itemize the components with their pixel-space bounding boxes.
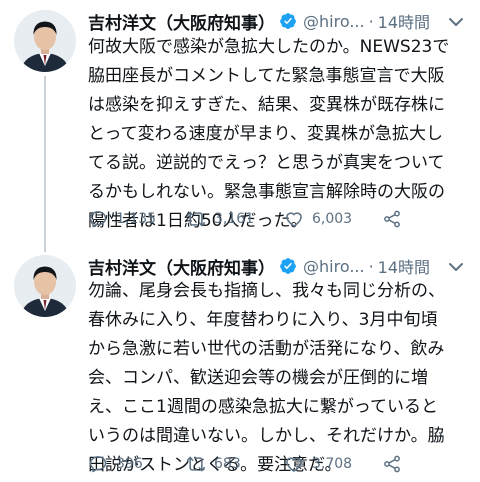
reply-button[interactable]: 396 — [88, 452, 143, 476]
verified-badge-icon — [279, 12, 297, 30]
share-button[interactable] — [382, 452, 402, 476]
tweet-text-line: 何故大阪で感染が急拡大したのか。NEWS23で — [88, 37, 450, 57]
tweet-text-line: は感染を抑えすぎた、結果、変異株が既存株に — [88, 95, 445, 115]
author-handle[interactable]: @hiro... — [303, 257, 365, 276]
verified-badge-icon — [279, 257, 297, 275]
tweet-2[interactable]: 吉村洋文（大阪府知事） @hiro... · 14時間 勿論、尾身会長も指摘し、… — [0, 250, 480, 482]
author-name[interactable]: 吉村洋文（大阪府知事） — [88, 254, 275, 279]
author-name[interactable]: 吉村洋文（大阪府知事） — [88, 9, 275, 34]
share-button[interactable] — [382, 207, 402, 231]
reply-button[interactable]: 1,135 — [88, 207, 156, 231]
like-icon — [286, 212, 302, 227]
separator-dot: · — [368, 11, 374, 31]
avatar[interactable] — [14, 255, 76, 317]
tweet-text-line: とって変わる速度が早まり、変異株が急拡大し — [88, 124, 443, 144]
retweet-button[interactable]: 683 — [186, 452, 241, 476]
tweet-text-line: るかもしれない。緊急事態宣言解除時の大阪の — [88, 182, 445, 202]
avatar[interactable] — [14, 10, 76, 72]
tweet-1[interactable]: 吉村洋文（大阪府知事） @hiro... · 14時間 何故大阪で感染が急拡大し… — [0, 0, 480, 252]
thread-connector — [44, 76, 46, 252]
tweet-text-line: てる説。逆説的でえっ？と思うが真実をついて — [88, 153, 445, 173]
tweet-text-line: 春休みに入り、年度替わりに入り、3月中旬頃 — [88, 310, 438, 330]
author-handle[interactable]: @hiro... — [303, 12, 365, 31]
separator-dot: · — [368, 256, 374, 276]
timestamp[interactable]: 14時間 — [378, 254, 430, 278]
reply-icon — [89, 456, 107, 473]
reply-count: 1,135 — [116, 211, 157, 227]
like-count: 3,708 — [312, 456, 353, 472]
like-button[interactable]: 6,003 — [284, 207, 352, 231]
more-chevron-icon[interactable] — [446, 257, 466, 277]
more-chevron-icon[interactable] — [446, 12, 466, 32]
tweet-header: 吉村洋文（大阪府知事） @hiro... · 14時間 — [88, 9, 430, 34]
tweet-text-line: え、ここ1週間の感染急拡大に繋がっていると — [88, 397, 438, 417]
action-bar: 1,135 3,161 6,003 — [88, 207, 468, 231]
tweet-text-line: 脇田座長がコメントしてた緊急事態宣言で大阪 — [88, 66, 445, 86]
like-icon — [286, 457, 302, 472]
retweet-icon — [186, 211, 206, 227]
tweet-text-line: いうのは間違いない。しかし、それだけか。脇 — [88, 426, 445, 446]
tweet-text-line: から急激に若い世代の活動が活発になり、飲み — [88, 339, 445, 359]
tweet-text-line: 会、コンパ、歓送迎会等の機会が圧倒的に増 — [88, 368, 428, 388]
tweet-text: 何故大阪で感染が急拡大したのか。NEWS23で 脇田座長がコメントしてた緊急事態… — [88, 33, 470, 236]
tweet-text-line: 勿論、尾身会長も指摘し、我々も同じ分析の、 — [88, 281, 445, 301]
reply-icon — [89, 211, 107, 228]
share-icon — [384, 455, 400, 473]
retweet-icon — [186, 456, 206, 472]
action-bar: 396 683 3,708 — [88, 452, 468, 476]
timestamp[interactable]: 14時間 — [378, 9, 430, 33]
retweet-count: 3,161 — [214, 211, 255, 227]
like-count: 6,003 — [312, 211, 353, 227]
reply-count: 396 — [116, 456, 143, 472]
tweet-header: 吉村洋文（大阪府知事） @hiro... · 14時間 — [88, 254, 430, 279]
share-icon — [384, 210, 400, 228]
like-button[interactable]: 3,708 — [284, 452, 352, 476]
retweet-count: 683 — [214, 456, 241, 472]
retweet-button[interactable]: 3,161 — [186, 207, 254, 231]
tweet-text: 勿論、尾身会長も指摘し、我々も同じ分析の、 春休みに入り、年度替わりに入り、3月… — [88, 277, 470, 480]
